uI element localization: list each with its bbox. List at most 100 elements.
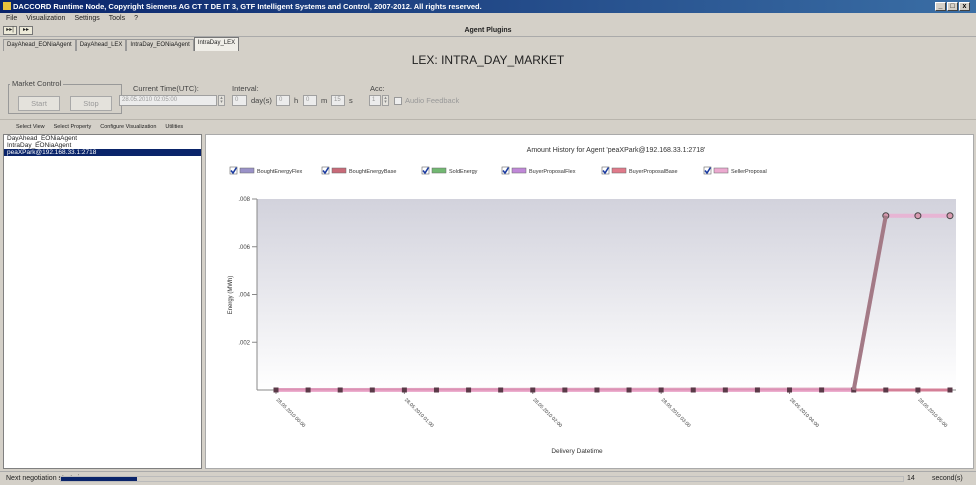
window-title-bar: DACCORD Runtime Node, Copyright Siemens … (0, 0, 976, 13)
chart-legend: BoughtEnergyFlex BoughtEnergyBase SoldEner… (229, 166, 767, 175)
interval-hours-field[interactable]: 0 (276, 95, 290, 106)
agent-item-selected[interactable]: peaXPark@192.168.33.1:2718 (4, 149, 201, 156)
close-button[interactable]: x (959, 2, 970, 11)
countdown-progress-fill (61, 477, 137, 481)
y-axis-label: Energy (MWh) (228, 276, 234, 315)
menu-help[interactable]: ? (134, 13, 138, 24)
acc-label: Acc: (370, 84, 385, 93)
interval-days-field[interactable]: 0 (232, 95, 247, 106)
minimize-button[interactable]: _ (935, 2, 946, 11)
x-axis-label: Delivery Datetime (551, 448, 603, 455)
data-point-marker (690, 387, 696, 393)
audio-feedback-label: Audio Feedback (405, 96, 460, 105)
market-title: LEX: INTRA_DAY_MARKET (411, 53, 565, 67)
acc-field[interactable]: 1 (369, 95, 381, 106)
hours-unit-label: h (294, 96, 299, 105)
seconds-unit-label: s (349, 96, 353, 105)
y-tick-label: .002 (238, 340, 250, 346)
legend-swatch (331, 167, 347, 174)
y-tick-label: .004 (238, 293, 250, 299)
agent-list[interactable]: DayAhead_EONiaAgent IntraDay_EONiaAgent … (3, 134, 202, 469)
plugin-tabs: DayAhead_EONiaAgent DayAhead_LEX IntraDa… (0, 37, 976, 51)
menu-visualization[interactable]: Visualization (26, 13, 65, 24)
x-tick-label: 28.05.2010 00:00 (275, 397, 307, 429)
tab-intraday-lex[interactable]: IntraDay_LEX (193, 37, 240, 51)
window-controls: _ □ x (935, 2, 970, 11)
data-point-marker (530, 387, 536, 393)
legend-swatch (239, 167, 255, 174)
menu-file[interactable]: File (6, 13, 17, 24)
days-unit-label: day(s) (251, 96, 272, 105)
restore-button[interactable]: □ (947, 2, 958, 11)
data-point-marker (369, 387, 375, 393)
data-point-marker (401, 387, 407, 393)
legend-swatch (511, 167, 527, 174)
data-point-marker (947, 387, 953, 393)
agent-item[interactable]: IntraDay_EONiaAgent (4, 142, 201, 149)
y-tick-label: .008 (238, 197, 250, 203)
x-tick-label: 28.05.2010 03:00 (660, 397, 692, 429)
data-point-marker (915, 387, 921, 393)
chart-title: Amount History for Agent 'peaXPark@192.1… (527, 147, 706, 154)
select-view-menu[interactable]: Select View (16, 122, 45, 132)
select-property-menu[interactable]: Select Property (54, 122, 92, 132)
interval-seconds-field[interactable]: 15 (331, 95, 345, 106)
acc-spinner[interactable]: ▴ ▾ (382, 95, 389, 106)
data-point-marker (562, 387, 568, 393)
data-point-marker (754, 387, 760, 393)
divider (0, 119, 976, 120)
status-bar: Next negotiation starts in 14 second(s) (0, 471, 976, 485)
plugins-title: Agent Plugins (464, 27, 512, 34)
x-tick-label: 28.05.2010 02:00 (531, 397, 563, 429)
legend-swatch (611, 167, 627, 174)
legend-swatch (713, 167, 729, 174)
window-title: DACCORD Runtime Node, Copyright Siemens … (13, 2, 482, 11)
current-time-spinner[interactable]: ▴ ▾ (218, 95, 225, 106)
app-icon (3, 2, 11, 10)
tab-intraday-eoniaagent[interactable]: IntraDay_EONiaAgent (126, 39, 194, 51)
configure-visualization-menu[interactable]: Configure Visualization (100, 122, 156, 132)
data-point-marker (273, 387, 279, 393)
minutes-unit-label: m (321, 96, 328, 105)
start-button[interactable]: Start (18, 96, 60, 111)
audio-feedback-checkbox[interactable] (394, 97, 402, 105)
countdown-progress-bar (60, 476, 904, 482)
stop-button[interactable]: Stop (70, 96, 112, 111)
utilities-menu[interactable]: Utilities (165, 122, 183, 132)
legend-label: BoughtEnergyFlex (257, 169, 302, 175)
data-point-marker (946, 212, 954, 220)
agent-item[interactable]: DayAhead_EONiaAgent (4, 135, 201, 142)
data-point-marker (594, 387, 600, 393)
legend-label: BuyerProposalBase (629, 169, 678, 175)
data-point-marker (658, 387, 664, 393)
data-point-marker (819, 387, 825, 393)
menu-settings[interactable]: Settings (74, 13, 99, 24)
x-tick-label: 28.05.2010 05:00 (916, 397, 948, 429)
tab-dayahead-eoniaagent[interactable]: DayAhead_EONiaAgent (3, 39, 76, 51)
data-point-marker (883, 387, 889, 393)
data-point-marker (914, 212, 922, 220)
legend-label: SellerProposal (731, 169, 767, 175)
data-point-marker (787, 387, 793, 393)
x-tick-label: 28.05.2010 04:00 (788, 397, 820, 429)
countdown-value: 14 (907, 475, 915, 482)
legend-swatch (431, 167, 447, 174)
x-tick-label: 28.05.2010 01:00 (403, 397, 435, 429)
data-point-marker (466, 387, 472, 393)
menu-tools[interactable]: Tools (109, 13, 125, 24)
current-time-field[interactable]: 28.05.2010 02:05:00 (119, 95, 217, 106)
amount-history-chart: Amount History for Agent 'peaXPark@192.1… (228, 147, 956, 455)
legend-label: SoldEnergy (449, 169, 478, 175)
chart-panel: Amount History for Agent 'peaXPark@192.1… (205, 134, 974, 469)
interval-label: Interval: (232, 84, 259, 93)
data-point-marker (337, 387, 343, 393)
market-control-label: Market Control (10, 79, 64, 88)
legend-label: BuyerProposalFlex (529, 169, 576, 175)
countdown-unit: second(s) (932, 475, 963, 482)
interval-minutes-field[interactable]: 0 (303, 95, 317, 106)
view-menu: Select View Select Property Configure Vi… (0, 122, 183, 132)
data-point-marker (722, 387, 728, 393)
y-tick-label: .006 (238, 245, 250, 251)
plot-area (257, 199, 956, 390)
tab-dayahead-lex[interactable]: DayAhead_LEX (75, 39, 127, 51)
